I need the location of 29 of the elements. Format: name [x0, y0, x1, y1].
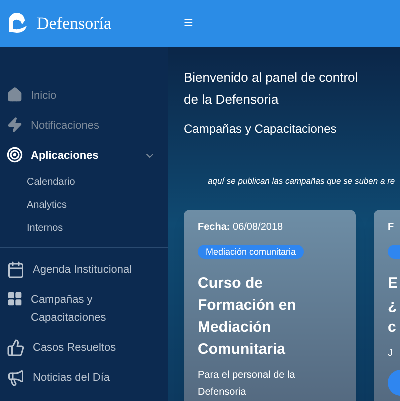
- card-title: Curso de Formación en Mediación Comunitaria: [198, 274, 298, 360]
- card-description: Para el personal de la Defensoria: [198, 369, 296, 400]
- sidebar-item[interactable]: Inicio: [31, 87, 57, 105]
- submenu-item[interactable]: Analytics: [0, 194, 168, 217]
- date-text: F: [388, 221, 396, 235]
- home-icon: [7, 87, 23, 103]
- page-title: Bienvenido al panel de control de la Defensoria: [184, 69, 360, 109]
- submenu-item[interactable]: Internos: [0, 217, 168, 240]
- sidebar-item[interactable]: Aplicaciones: [31, 147, 99, 165]
- grid-icon: [7, 291, 23, 307]
- section-note: aquí se publican las campañas que se suben a re: [208, 176, 396, 186]
- lightning-icon: [7, 117, 23, 133]
- section-title: Campañas y Capacitaciones: [184, 121, 338, 138]
- sidebar-item[interactable]: Agenda Institucional: [33, 261, 132, 279]
- target-icon: [7, 147, 23, 163]
- tag: Mediación comunitaria: [198, 245, 304, 259]
- sidebar-item[interactable]: Notificaciones: [31, 117, 100, 135]
- sidebar-item[interactable]: Casos Resueltos: [33, 339, 116, 357]
- date-text: Fecha: 06/08/2018: [198, 221, 284, 235]
- card-description: J: [388, 347, 394, 361]
- thumbs-up-icon: [7, 339, 25, 357]
- calendar-icon: [7, 261, 25, 279]
- card-title: E ¿ c: [388, 274, 400, 338]
- megaphone-icon: [7, 369, 25, 387]
- submenu-item[interactable]: Calendario: [0, 171, 168, 194]
- brand-name: Defensoría: [37, 12, 112, 35]
- sidebar-item[interactable]: Campañas y Capacitaciones: [31, 291, 156, 327]
- sidebar-item[interactable]: Noticias del Día: [33, 369, 110, 387]
- menu-button[interactable]: ≡: [184, 12, 194, 36]
